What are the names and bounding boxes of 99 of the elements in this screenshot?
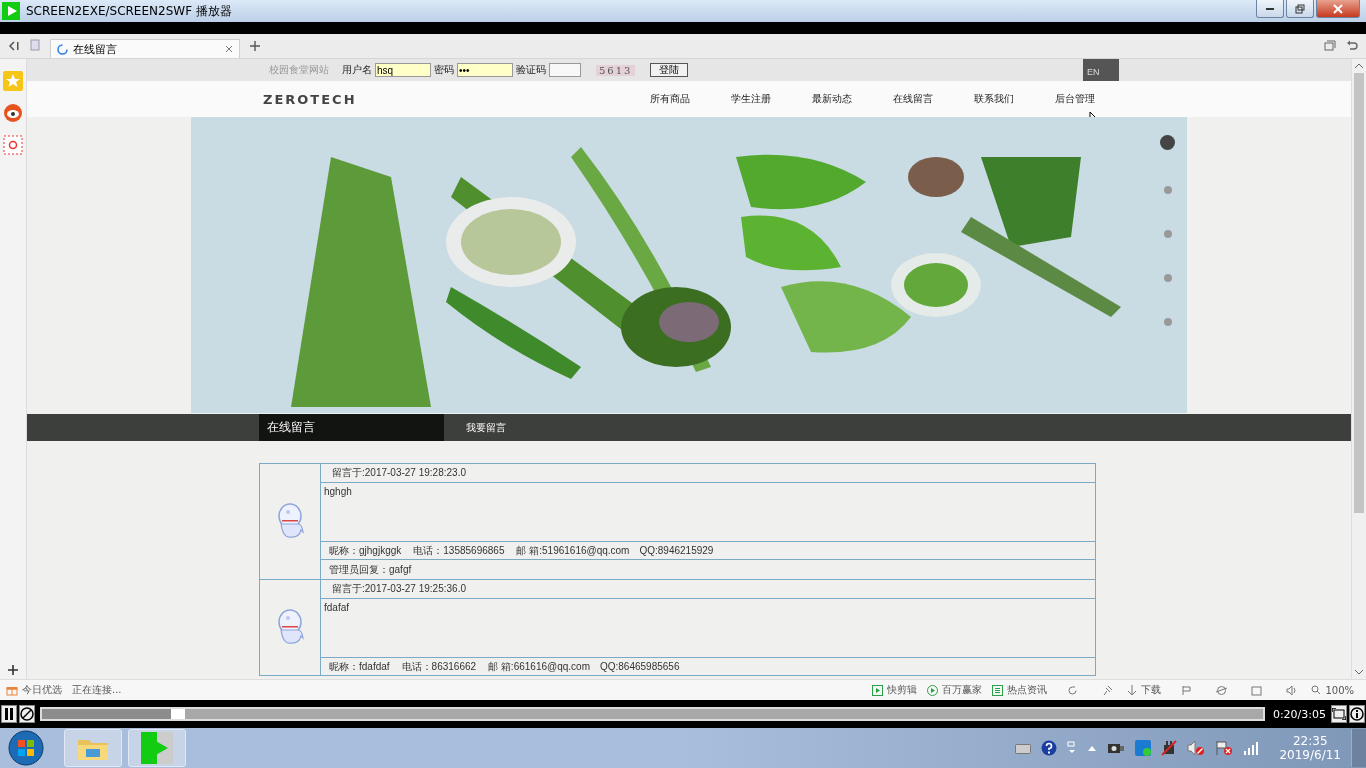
username-label: 用户名 <box>342 63 372 77</box>
contact-info: 昵称：fdafdaf <box>329 660 390 672</box>
fullscreen-button[interactable] <box>1331 705 1347 723</box>
window-title: SCREEN2EXE/SCREEN2SWF 播放器 <box>26 2 232 20</box>
logo[interactable]: ZEROTECH <box>263 91 357 107</box>
contact-info: 邮 箱:51961616@qq.com <box>516 544 630 556</box>
eye-icon[interactable] <box>3 103 23 123</box>
avatar-icon <box>275 501 305 540</box>
captcha-image: 5613 <box>596 64 636 76</box>
help-icon[interactable] <box>1041 740 1058 756</box>
zoom-icon[interactable] <box>1311 685 1322 695</box>
carousel-dot[interactable] <box>1163 318 1172 326</box>
power-plug-icon[interactable] <box>1161 740 1178 756</box>
password-label: 密码 <box>434 63 454 77</box>
play-circle-icon[interactable] <box>927 684 939 696</box>
close-icon <box>1333 3 1343 14</box>
info-button[interactable] <box>1349 705 1365 723</box>
scroll-up-icon[interactable] <box>1355 63 1363 69</box>
window-icon[interactable] <box>1251 684 1263 696</box>
nav-link[interactable]: 联系我们 <box>953 92 1034 106</box>
status-link[interactable]: 百万赢家 <box>942 683 983 697</box>
restore-icon <box>1295 3 1305 14</box>
restore-button[interactable] <box>1286 0 1314 18</box>
scrollbar-thumb[interactable] <box>1354 73 1364 513</box>
tab-title: 在线留言 <box>73 41 117 57</box>
progress-track[interactable] <box>40 707 1265 721</box>
nav-link[interactable]: 学生注册 <box>710 92 791 106</box>
folder-taskbar-button[interactable] <box>64 729 122 767</box>
status-link[interactable]: 快剪辑 <box>887 683 918 697</box>
message-content: fdafaf <box>320 598 1096 658</box>
captcha-field[interactable] <box>549 63 581 77</box>
contact-info: 邮 箱:661616@qq.com <box>488 660 590 672</box>
keyboard-icon[interactable] <box>1015 742 1032 754</box>
avatar-icon <box>275 607 305 646</box>
speaker-icon[interactable] <box>1286 684 1298 696</box>
flag-error-icon[interactable] <box>1215 740 1234 756</box>
browser-tab[interactable]: 在线留言 <box>50 39 240 58</box>
pause-button[interactable] <box>1 705 17 723</box>
nav-link[interactable]: 最新动态 <box>791 92 872 106</box>
at-sign-icon[interactable] <box>3 135 23 155</box>
start-button[interactable] <box>8 730 44 766</box>
section-tab[interactable]: 我要留言 <box>444 414 629 441</box>
refresh-icon[interactable] <box>1067 684 1079 696</box>
login-button[interactable]: 登陆 <box>650 63 689 77</box>
close-button[interactable] <box>1316 0 1360 18</box>
carousel-dot[interactable] <box>1163 230 1172 238</box>
back-icon[interactable] <box>8 41 20 51</box>
playback-time: 0:20/3:05 <box>1271 707 1327 721</box>
minimize-button[interactable] <box>1256 0 1284 18</box>
download-icon[interactable] <box>1127 684 1138 696</box>
download-link[interactable]: 下载 <box>1141 683 1162 697</box>
nav-link[interactable]: 所有商品 <box>629 92 710 106</box>
contact-info: QQ:8946215929 <box>639 544 714 556</box>
new-tab-icon[interactable] <box>250 41 260 51</box>
signal-icon[interactable] <box>1243 741 1260 755</box>
undo-icon[interactable] <box>1346 40 1358 51</box>
show-hidden-icons[interactable] <box>1087 745 1098 751</box>
news-icon[interactable] <box>992 684 1004 696</box>
message-time: 留言于:2017-03-27 19:25:36.0 <box>320 579 1096 599</box>
minimize-icon <box>1266 7 1274 10</box>
message-time: 留言于:2017-03-27 19:28:23.0 <box>320 463 1096 483</box>
status-link[interactable]: 热点资讯 <box>1007 683 1048 697</box>
muted-speaker-icon[interactable] <box>1187 740 1206 756</box>
progress-thumb[interactable] <box>42 709 185 719</box>
player-app-icon <box>141 732 173 764</box>
contact-info: 电话：86316662 <box>401 660 477 672</box>
password-field[interactable]: ••• <box>457 63 513 77</box>
window-list-icon[interactable] <box>1324 40 1336 51</box>
username-field[interactable]: hsq <box>375 63 431 77</box>
language-bar-icon[interactable] <box>1067 741 1078 755</box>
add-icon[interactable] <box>8 665 18 675</box>
pin-icon[interactable] <box>1102 684 1114 696</box>
nav-link[interactable]: 后台管理 <box>1034 92 1115 106</box>
gift-icon[interactable] <box>6 684 18 696</box>
message-content: hghgh <box>320 482 1096 542</box>
daily-picks-link[interactable]: 今日优选 <box>22 683 62 697</box>
carousel-dot[interactable] <box>1163 186 1172 194</box>
close-tab-icon[interactable] <box>225 45 233 53</box>
carousel-dot[interactable] <box>1163 274 1172 282</box>
flag-icon[interactable] <box>1181 684 1193 696</box>
play-icon[interactable] <box>872 684 884 696</box>
site-name: 校园食堂网站 <box>269 63 329 77</box>
nav-link[interactable]: 在线留言 <box>872 92 953 106</box>
status-text: 正在连接... <box>72 683 122 697</box>
fullscreen-icon <box>1332 708 1346 720</box>
app-icon <box>2 2 20 20</box>
camera-icon[interactable] <box>1107 741 1126 755</box>
contact-info: 电话：13585696865 <box>413 544 505 556</box>
captcha-label: 验证码 <box>516 63 546 77</box>
contact-info: 昵称：gjhgjkggk <box>329 544 402 556</box>
stop-icon <box>20 707 34 721</box>
language-button[interactable]: EN <box>1083 59 1119 81</box>
scroll-down-icon[interactable] <box>1355 669 1363 675</box>
stop-button[interactable] <box>19 705 35 723</box>
contact-info: QQ:86465985656 <box>599 660 680 672</box>
pause-icon <box>4 708 14 720</box>
section-tab[interactable]: 在线留言 <box>259 414 444 441</box>
admin-reply: 管理员回复：gafgf <box>320 559 1096 580</box>
zoom-level[interactable]: 100% <box>1325 684 1354 696</box>
